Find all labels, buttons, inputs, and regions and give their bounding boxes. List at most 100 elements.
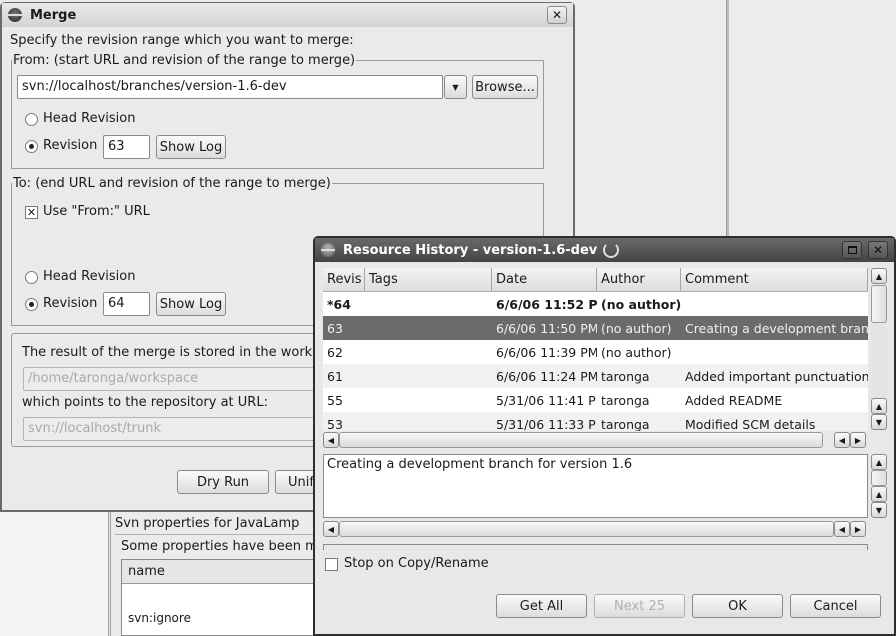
app-icon <box>8 8 22 22</box>
scroll-thumb[interactable] <box>339 521 834 537</box>
column-header-tags[interactable]: Tags <box>365 268 492 291</box>
scroll-right-button[interactable]: ▶ <box>850 521 866 537</box>
close-button[interactable]: ✕ <box>868 241 888 259</box>
maximize-icon <box>847 246 857 254</box>
merge-titlebar[interactable]: Merge ✕ <box>2 3 573 27</box>
cell-revision: 55 <box>327 392 343 408</box>
scroll-left-button[interactable]: ◀ <box>834 521 850 537</box>
history-title: Resource History - version-1.6-dev <box>343 242 598 258</box>
comment-vscroll[interactable]: ▲ ▲ ▼ <box>871 454 887 518</box>
svn-properties-description: Some properties have been mo <box>121 539 326 554</box>
cell-author: taronga <box>601 392 650 408</box>
cell-comment: Creating a development branch <box>685 320 868 336</box>
cell-date: 6/6/06 11:52 PM <box>496 296 597 312</box>
table-row[interactable]: 63 6/6/06 11:50 PM (no author) Creating … <box>323 316 868 340</box>
scroll-down-button[interactable]: ▼ <box>871 502 887 518</box>
from-group-legend: From: (start URL and revision of the ran… <box>13 53 356 68</box>
from-head-revision-label[interactable]: Head Revision <box>43 111 135 126</box>
cancel-button[interactable]: Cancel <box>790 594 881 618</box>
use-from-url-checkbox[interactable]: ✕ <box>25 206 38 219</box>
scroll-thumb[interactable] <box>871 470 887 486</box>
scroll-thumb[interactable] <box>339 432 823 448</box>
from-revision-radio[interactable] <box>25 140 38 153</box>
cell-date: 6/6/06 11:39 PM <box>496 344 597 360</box>
merge-instruction: Specify the revision range which you wan… <box>10 33 354 48</box>
cell-comment: Added README <box>685 392 783 408</box>
to-show-log-button[interactable]: Show Log <box>156 292 226 316</box>
history-table-hscroll[interactable]: ◀ ◀ ▶ <box>323 432 868 448</box>
history-table-vscroll[interactable]: ▲ ▲ ▼ <box>871 268 887 431</box>
cell-author: (no author) <box>601 320 672 336</box>
from-revision-input[interactable]: 63 <box>103 135 150 159</box>
divider <box>115 534 328 535</box>
cell-author: taronga <box>601 416 650 432</box>
to-revision-radio[interactable] <box>25 298 38 311</box>
dry-run-button[interactable]: Dry Run <box>177 470 269 494</box>
next-25-button: Next 25 <box>594 594 685 618</box>
from-revision-label[interactable]: Revision <box>43 138 97 153</box>
revision-comment-text[interactable]: Creating a development branch for versio… <box>323 454 868 518</box>
cell-comment: Added important punctuation <box>685 368 868 384</box>
merge-title: Merge <box>30 7 77 23</box>
from-url-input[interactable]: svn://localhost/branches/version-1.6-dev <box>17 75 443 99</box>
history-titlebar[interactable]: Resource History - version-1.6-dev ✕ <box>315 238 894 262</box>
maximize-button[interactable] <box>842 241 862 259</box>
scroll-left-button[interactable]: ◀ <box>323 432 339 448</box>
workbench-blank-area <box>0 512 108 636</box>
scroll-down-button[interactable]: ▼ <box>871 414 887 430</box>
to-head-revision-label[interactable]: Head Revision <box>43 269 135 284</box>
svn-properties-title: Svn properties for JavaLamp <box>115 516 300 531</box>
repository-url-field: svn://localhost/trunk <box>23 417 323 441</box>
cell-revision: *64 <box>327 296 351 312</box>
scroll-left-button[interactable]: ◀ <box>834 432 850 448</box>
table-row[interactable]: 61 6/6/06 11:24 PM taronga Added importa… <box>323 364 868 388</box>
scroll-up-button[interactable]: ▲ <box>871 454 887 470</box>
cell-date: 5/31/06 11:33 PM <box>496 416 597 432</box>
to-revision-label[interactable]: Revision <box>43 296 97 311</box>
from-head-revision-radio[interactable] <box>25 113 38 126</box>
scroll-left-button[interactable]: ◀ <box>323 521 339 537</box>
scroll-thumb[interactable] <box>871 285 887 323</box>
from-show-log-button[interactable]: Show Log <box>156 135 226 159</box>
cell-date: 6/6/06 11:50 PM <box>496 320 597 336</box>
table-row[interactable]: *64 6/6/06 11:52 PM (no author) <box>323 292 868 316</box>
from-url-dropdown-button[interactable]: ▼ <box>444 75 467 99</box>
browse-button[interactable]: Browse... <box>472 75 538 99</box>
history-table-header: Revis Tags Date Author Comment <box>323 268 868 292</box>
cell-author: taronga <box>601 368 650 384</box>
table-row[interactable]: 55 5/31/06 11:41 PM taronga Added README <box>323 388 868 412</box>
comment-hscroll[interactable]: ◀ ◀ ▶ <box>323 521 868 537</box>
scroll-up-button[interactable]: ▲ <box>871 398 887 414</box>
close-icon: ✕ <box>551 8 563 22</box>
ok-button[interactable]: OK <box>692 594 783 618</box>
changed-paths-table-edge <box>323 544 868 550</box>
table-row[interactable]: 53 5/31/06 11:33 PM taronga Modified SCM… <box>323 412 868 431</box>
cell-revision: 53 <box>327 416 343 432</box>
cell-author: (no author) <box>601 296 681 312</box>
close-button[interactable]: ✕ <box>547 6 567 24</box>
history-table-body: *64 6/6/06 11:52 PM (no author) 63 6/6/0… <box>323 292 868 431</box>
scroll-right-button[interactable]: ▶ <box>850 432 866 448</box>
workspace-path-field: /home/taronga/workspace <box>23 367 323 391</box>
table-row[interactable]: svn:ignore <box>122 584 327 625</box>
result-stored-label: The result of the merge is stored in the… <box>22 345 344 360</box>
stop-on-copy-label[interactable]: Stop on Copy/Rename <box>344 556 489 571</box>
column-header-revision[interactable]: Revis <box>323 268 365 291</box>
column-header-author[interactable]: Author <box>597 268 681 291</box>
cell-date: 5/31/06 11:41 PM <box>496 392 597 408</box>
column-header-name[interactable]: name <box>122 560 327 584</box>
scroll-up-button[interactable]: ▲ <box>871 268 887 284</box>
use-from-url-label[interactable]: Use "From:" URL <box>43 204 150 219</box>
column-header-date[interactable]: Date <box>492 268 597 291</box>
chevron-down-icon: ▼ <box>452 82 459 92</box>
table-row[interactable]: 62 6/6/06 11:39 PM (no author) <box>323 340 868 364</box>
scroll-up-button[interactable]: ▲ <box>871 486 887 502</box>
close-icon: ✕ <box>872 243 884 257</box>
cell-revision: 62 <box>327 344 343 360</box>
to-head-revision-radio[interactable] <box>25 271 38 284</box>
to-revision-input[interactable]: 64 <box>103 292 150 316</box>
column-header-comment[interactable]: Comment <box>681 268 868 291</box>
stop-on-copy-checkbox[interactable] <box>325 558 338 571</box>
get-all-button[interactable]: Get All <box>496 594 587 618</box>
svn-properties-view: Svn properties for JavaLamp Some propert… <box>108 512 328 636</box>
